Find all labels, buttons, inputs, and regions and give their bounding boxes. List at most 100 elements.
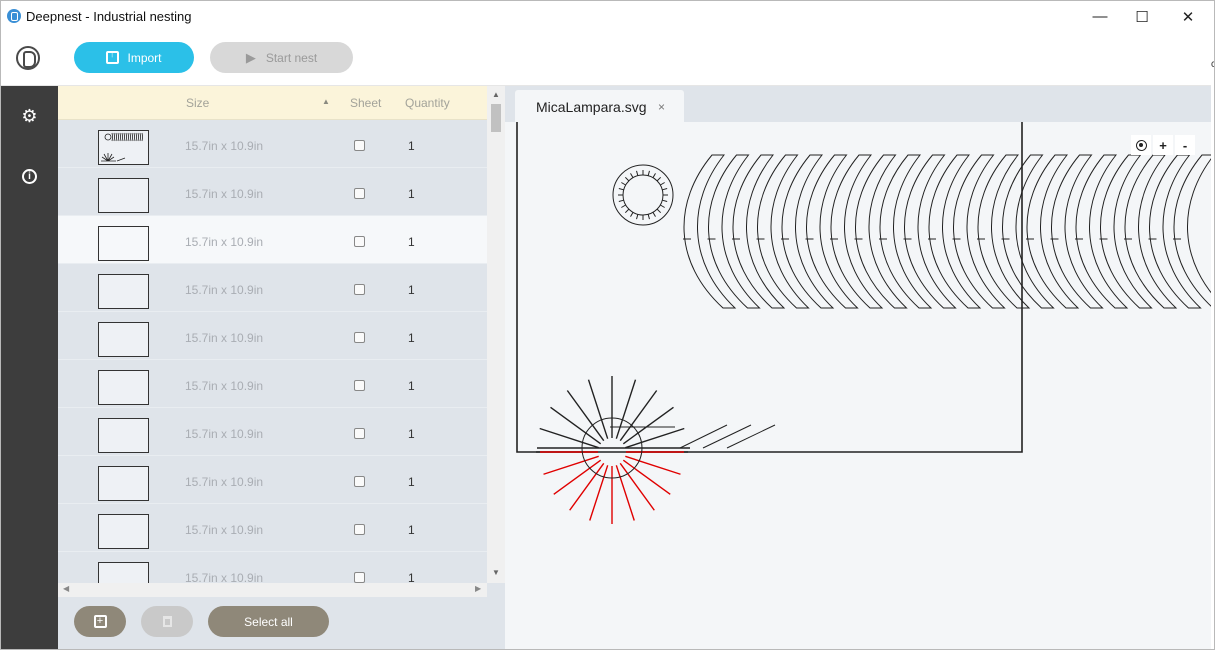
import-button[interactable]: Import: [74, 42, 194, 73]
window-edge: [1211, 1, 1214, 649]
part-thumbnail: [98, 178, 149, 213]
settings-button[interactable]: ⚙: [1, 96, 58, 136]
part-quantity[interactable]: 1: [408, 283, 415, 297]
table-row[interactable]: 15.7in x 10.9in 1: [58, 504, 487, 552]
part-size: 15.7in x 10.9in: [185, 331, 264, 345]
sheet-checkbox[interactable]: [354, 284, 365, 295]
nest-preview[interactable]: [505, 122, 1214, 650]
starburst-ray-highlight: [543, 455, 599, 475]
column-header-size[interactable]: Size: [186, 96, 209, 110]
table-row[interactable]: 15.7in x 10.9in 1: [58, 264, 487, 312]
sheet-checkbox[interactable]: [354, 428, 365, 439]
table-row-selected[interactable]: 15.7in x 10.9in 1: [58, 216, 487, 264]
starburst-ray-highlight: [615, 465, 635, 521]
starburst-ray: [587, 379, 609, 439]
sheet-checkbox[interactable]: [354, 572, 365, 583]
scroll-right-arrow-icon[interactable]: ▶: [475, 584, 481, 593]
part-quantity[interactable]: 1: [408, 427, 415, 441]
slash-parts: [679, 424, 776, 449]
sheet-checkbox[interactable]: [354, 140, 365, 151]
gear-tooth: [630, 173, 634, 178]
vertical-scrollbar[interactable]: ▲ ▼: [487, 86, 505, 583]
table-row[interactable]: 15.7in x 10.9in 1: [58, 456, 487, 504]
gear-tooth: [660, 204, 665, 208]
sheet-checkbox[interactable]: [354, 476, 365, 487]
column-header-sheet[interactable]: Sheet: [350, 96, 381, 110]
select-all-button[interactable]: Select all: [208, 606, 329, 637]
gear-tooth: [662, 188, 668, 191]
parts-panel-footer: + Select all: [58, 597, 505, 649]
table-row[interactable]: 15.7in x 10.9in 1: [58, 360, 487, 408]
sheet-checkbox[interactable]: [354, 188, 365, 199]
trash-icon: [162, 616, 172, 627]
zoom-out-button[interactable]: -: [1175, 135, 1195, 155]
sheet-checkbox[interactable]: [354, 332, 365, 343]
starburst-ray-highlight: [625, 455, 681, 475]
add-sheet-button[interactable]: +: [74, 606, 126, 637]
delete-button[interactable]: [141, 606, 193, 637]
part-quantity[interactable]: 1: [408, 139, 415, 153]
sheet-checkbox[interactable]: [354, 236, 365, 247]
clipped-edge-text: c: [1211, 59, 1214, 70]
part-quantity[interactable]: 1: [408, 523, 415, 537]
sheet-checkbox[interactable]: [354, 524, 365, 535]
svg-canvas[interactable]: [505, 122, 1214, 650]
parts-table-header: Size ▲ Sheet Quantity: [58, 86, 487, 120]
sort-ascending-icon[interactable]: ▲: [322, 97, 330, 106]
part-quantity[interactable]: 1: [408, 331, 415, 345]
part-thumbnail: [98, 322, 149, 357]
part-quantity[interactable]: 1: [408, 187, 415, 201]
table-row[interactable]: 15.7in x 10.9in 1: [58, 552, 487, 583]
maximize-button[interactable]: ☐: [1119, 1, 1165, 32]
close-window-button[interactable]: ✕: [1165, 1, 1211, 32]
scroll-down-arrow-icon[interactable]: ▼: [492, 568, 500, 577]
starburst-ray: [539, 427, 599, 449]
tab-micalampara[interactable]: MicaLampara.svg ×: [515, 90, 684, 122]
tab-close-icon[interactable]: ×: [658, 100, 665, 114]
horizontal-scrollbar[interactable]: ◀ ▶: [58, 583, 487, 597]
part-size: 15.7in x 10.9in: [185, 475, 264, 489]
starburst-ray-highlight: [589, 465, 609, 521]
minimize-button[interactable]: —: [1077, 1, 1123, 32]
table-row[interactable]: 15.7in x 10.9in 1: [58, 408, 487, 456]
part-size: 15.7in x 10.9in: [185, 283, 264, 297]
part-thumbnail: [98, 226, 149, 261]
zoom-fit-button[interactable]: [1131, 135, 1151, 155]
gear-tooth: [624, 176, 630, 182]
side-rail: ⚙ i: [1, 86, 58, 649]
sheet-checkbox[interactable]: [354, 380, 365, 391]
scroll-up-arrow-icon[interactable]: ▲: [492, 90, 500, 99]
rib-part: [1173, 154, 1214, 309]
gear-tooth: [630, 212, 634, 217]
add-sheet-icon: +: [93, 615, 107, 628]
app-window: Deepnest - Industrial nesting — ☐ ✕ Impo…: [0, 0, 1215, 650]
gear-tooth: [660, 182, 665, 186]
info-button[interactable]: i: [1, 156, 58, 196]
zoom-in-button[interactable]: +: [1153, 135, 1173, 155]
part-quantity[interactable]: 1: [408, 475, 415, 489]
gear-tooth: [621, 182, 626, 186]
gear-tooth: [636, 214, 639, 220]
column-header-quantity[interactable]: Quantity: [405, 96, 450, 110]
import-button-label: Import: [127, 50, 162, 65]
scroll-left-arrow-icon[interactable]: ◀: [63, 584, 69, 593]
table-row[interactable]: 15.7in x 10.9in 1: [58, 168, 487, 216]
workspace: MicaLampara.svg × + -: [505, 86, 1214, 650]
tab-label: MicaLampara.svg: [536, 99, 647, 115]
starburst-ray: [625, 427, 685, 449]
gear-icon: ⚙: [21, 105, 38, 126]
scrollbar-thumb[interactable]: [491, 104, 501, 132]
gear-tooth: [652, 212, 656, 217]
table-row[interactable]: 15.7in x 10.9in 1: [58, 120, 487, 168]
start-nest-button[interactable]: ▶ Start nest: [210, 42, 353, 73]
part-quantity[interactable]: 1: [408, 379, 415, 393]
part-thumbnail: [98, 370, 149, 405]
table-row[interactable]: 15.7in x 10.9in 1: [58, 312, 487, 360]
info-icon: i: [22, 168, 37, 184]
part-thumbnail: [98, 418, 149, 453]
part-quantity[interactable]: 1: [408, 235, 415, 249]
gear-tooth: [621, 204, 626, 208]
part-quantity[interactable]: 1: [408, 571, 415, 583]
gear-tooth: [618, 188, 624, 191]
part-thumbnail: [98, 514, 149, 549]
